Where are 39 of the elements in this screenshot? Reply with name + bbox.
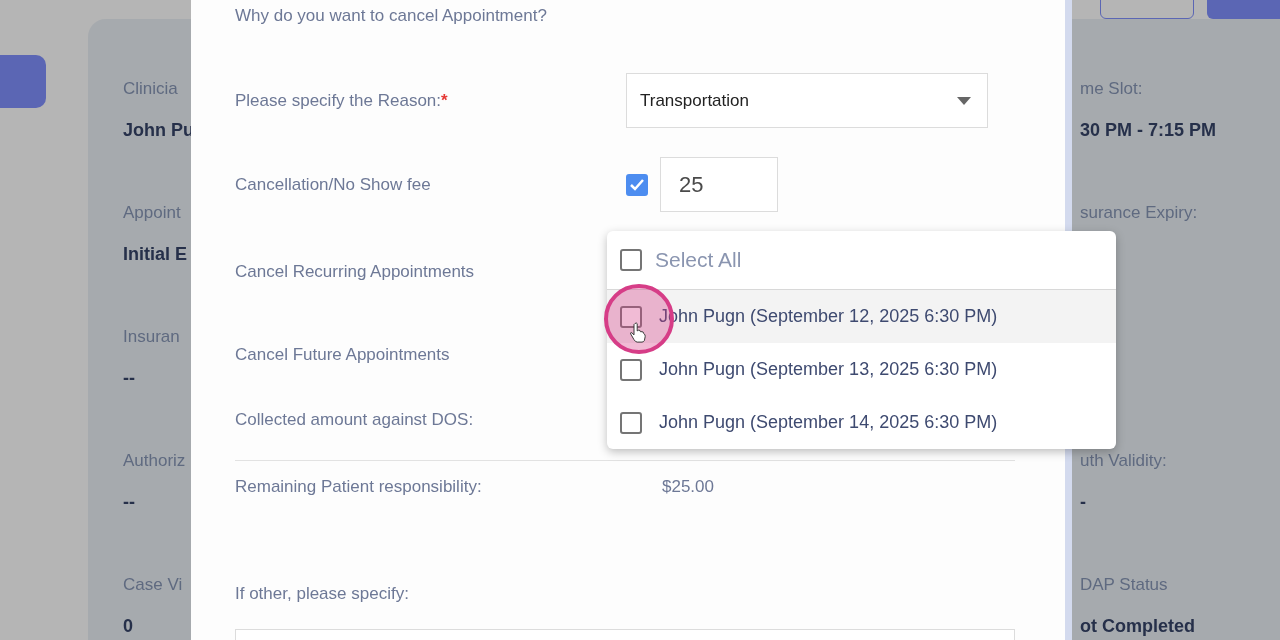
reason-select[interactable]: Transportation bbox=[626, 73, 988, 128]
field-value: ot Completed bbox=[1080, 615, 1196, 637]
field-value: Initial E bbox=[123, 243, 188, 265]
collected-label: Collected amount against DOS: bbox=[235, 410, 475, 430]
field-label: DAP Status bbox=[1080, 575, 1169, 595]
checkbox[interactable] bbox=[626, 173, 648, 196]
field-value: -- bbox=[123, 367, 136, 389]
field-label: me Slot: bbox=[1080, 79, 1144, 99]
checkbox[interactable] bbox=[620, 411, 642, 434]
dialog-question: Why do you want to cancel Appointment? bbox=[235, 5, 548, 27]
checkbox[interactable] bbox=[620, 249, 642, 271]
remaining-label: Remaining Patient responsibility: bbox=[235, 477, 483, 497]
field-value: 0 bbox=[123, 615, 134, 637]
sidebar-button[interactable] bbox=[0, 55, 46, 108]
field-label: Clinicia bbox=[123, 79, 179, 99]
hand-cursor-icon bbox=[630, 322, 646, 343]
checkbox[interactable] bbox=[620, 358, 642, 381]
field-label: surance Expiry: bbox=[1080, 203, 1199, 223]
fee-input[interactable]: 25 bbox=[660, 157, 778, 212]
appointment-option[interactable]: John Pugn (September 13, 2025 6:30 PM) bbox=[607, 343, 1116, 396]
appointment-option[interactable]: John Pugn (September 14, 2025 6:30 PM) bbox=[607, 396, 1116, 449]
field-value: 30 PM - 7:15 PM bbox=[1080, 119, 1218, 141]
field-label: uth Validity: bbox=[1080, 451, 1168, 471]
recurring-label: Cancel Recurring Appointments bbox=[235, 262, 476, 282]
dropdown-caret-icon bbox=[957, 96, 971, 105]
checkbox[interactable] bbox=[620, 305, 642, 328]
required-mark: * bbox=[441, 90, 448, 110]
other-label: If other, please specify: bbox=[235, 583, 410, 605]
check-icon bbox=[630, 178, 644, 191]
field-value: -- bbox=[123, 491, 136, 513]
field-label: Insuran bbox=[123, 327, 181, 347]
fee-label: Cancellation/No Show fee bbox=[235, 174, 432, 195]
field-label: Authoriz bbox=[123, 451, 187, 471]
future-label: Cancel Future Appointments bbox=[235, 345, 451, 365]
field-label: Case Vi bbox=[123, 575, 184, 595]
field-value: - bbox=[1080, 491, 1087, 513]
remaining-amount: $25.00 bbox=[662, 477, 715, 497]
field-label: Appoint bbox=[123, 203, 182, 223]
reason-label: Please specify the Reason:* bbox=[235, 90, 449, 111]
